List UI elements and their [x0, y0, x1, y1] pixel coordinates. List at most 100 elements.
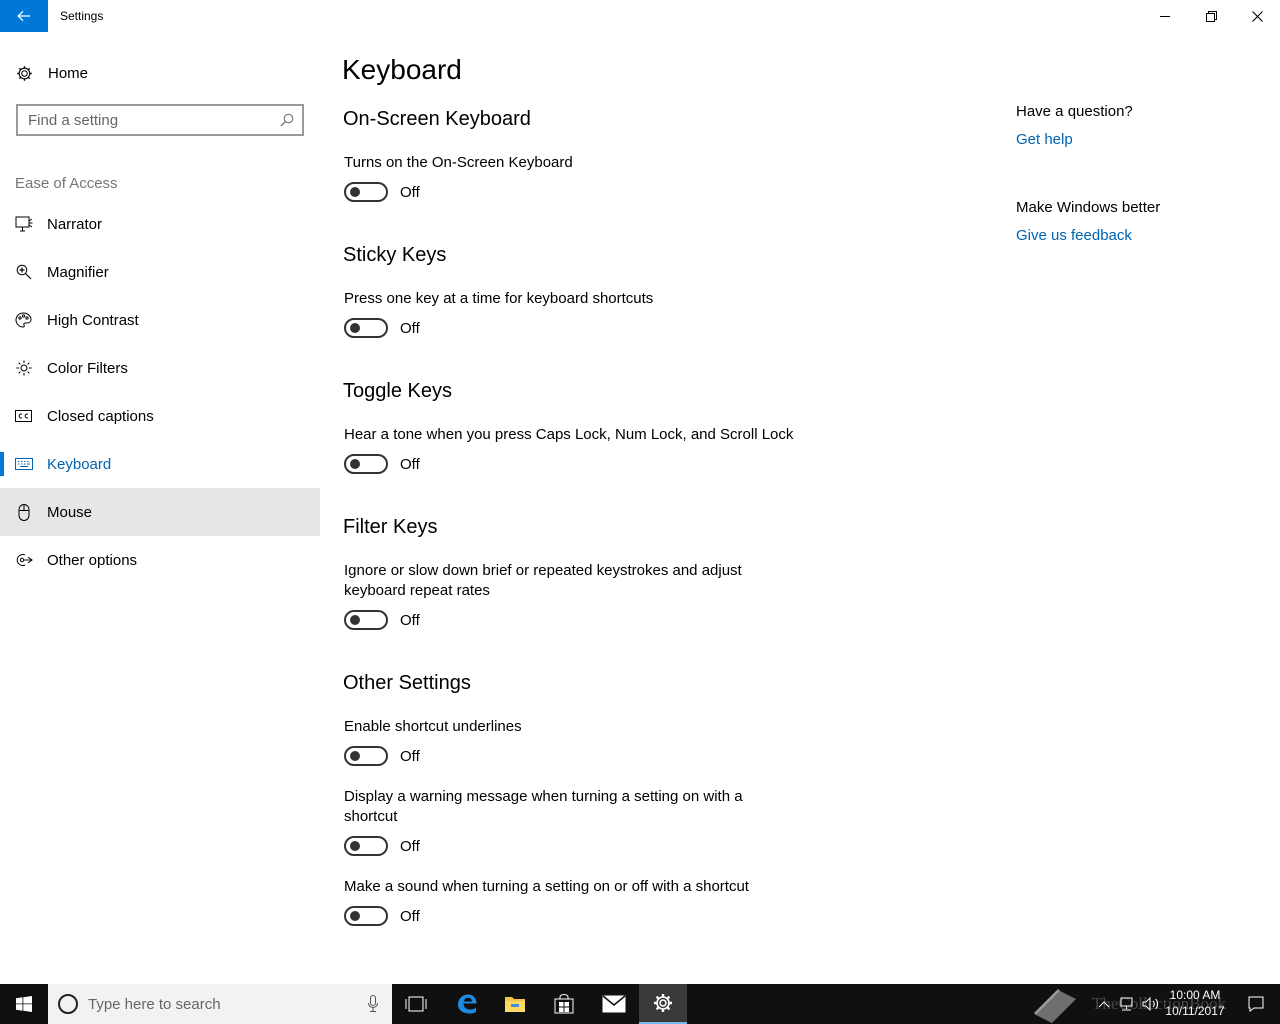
taskbar-clock[interactable]: 10:00 AM 10/11/2017	[1160, 987, 1230, 1019]
sticky-keys-heading: Sticky Keys	[343, 244, 447, 266]
store-button[interactable]	[540, 984, 588, 1024]
toggle-state-label: Off	[400, 747, 420, 765]
sidebar-item-label: Closed captions	[47, 407, 154, 425]
edge-icon	[458, 994, 477, 1014]
on-screen-keyboard-toggle[interactable]: Off	[344, 182, 420, 202]
restore-icon	[1205, 10, 1217, 22]
clock-date: 10/11/2017	[1165, 1004, 1225, 1018]
edge-button[interactable]	[443, 984, 491, 1024]
toggle-track[interactable]	[344, 746, 388, 766]
toggle-knob	[350, 911, 360, 921]
toggle-knob	[350, 323, 360, 333]
restore-button[interactable]	[1188, 0, 1234, 32]
start-button[interactable]	[0, 984, 48, 1024]
sidebar-item-label: Keyboard	[47, 455, 112, 473]
toggle-state-label: Off	[400, 837, 420, 855]
home-label: Home	[48, 64, 89, 82]
toggle-track[interactable]	[344, 836, 388, 856]
toggle-state-label: Off	[400, 319, 420, 337]
close-icon	[1251, 10, 1263, 22]
give-feedback-link[interactable]: Give us feedback	[1016, 227, 1132, 244]
sidebar-item-mouse[interactable]: Mouse	[0, 488, 320, 536]
taskbar-search-input[interactable]	[88, 995, 358, 1013]
question-heading: Have a question?	[1016, 103, 1133, 120]
sidebar-item-closed-captions[interactable]: Closed captions	[0, 392, 320, 440]
toggle-track[interactable]	[344, 610, 388, 630]
mail-button[interactable]	[590, 984, 638, 1024]
toggle-track[interactable]	[344, 182, 388, 202]
mail-icon	[602, 995, 626, 1013]
keyboard-icon	[0, 458, 47, 470]
sidebar-item-label: Other options	[47, 551, 138, 569]
on-screen-keyboard-heading: On-Screen Keyboard	[343, 108, 531, 130]
close-button[interactable]	[1234, 0, 1280, 32]
sidebar-item-high-contrast[interactable]: High Contrast	[0, 296, 320, 344]
windows-logo-icon	[16, 996, 32, 1012]
make-sound-toggle[interactable]: Off	[344, 906, 420, 926]
back-button[interactable]	[0, 0, 48, 32]
magnifier-icon	[0, 264, 47, 280]
on-screen-keyboard-description: Turns on the On-Screen Keyboard	[344, 154, 573, 171]
settings-icon	[654, 994, 672, 1012]
color-filters-icon	[0, 360, 47, 376]
warning-message-toggle[interactable]: Off	[344, 836, 420, 856]
home-nav-item[interactable]: Home	[0, 56, 320, 90]
toggle-knob	[350, 751, 360, 761]
file-explorer-icon	[505, 997, 525, 1012]
sidebar-item-keyboard[interactable]: Keyboard	[0, 440, 320, 488]
minimize-button[interactable]	[1142, 0, 1188, 32]
sidebar: Home Ease of Access Narrator Magnifier H…	[0, 32, 320, 984]
toggle-state-label: Off	[400, 455, 420, 473]
other-options-icon	[0, 552, 47, 568]
page-title: Keyboard	[342, 54, 462, 85]
closed-captions-icon	[0, 410, 47, 422]
taskbar: TheCollectionBook 10:00 AM 10/11/2017	[0, 984, 1280, 1024]
make-sound-description: Make a sound when turning a setting on o…	[344, 878, 749, 895]
mouse-icon	[0, 503, 47, 521]
task-view-button[interactable]	[392, 984, 440, 1024]
warning-message-description: Display a warning message when turning a…	[344, 788, 743, 825]
volume-icon	[1142, 997, 1159, 1011]
toggle-track[interactable]	[344, 454, 388, 474]
toggle-knob	[350, 615, 360, 625]
sticky-keys-toggle[interactable]: Off	[344, 318, 420, 338]
find-setting-search	[16, 104, 304, 136]
get-help-link[interactable]: Get help	[1016, 131, 1073, 148]
volume-button[interactable]	[1140, 984, 1162, 1024]
toggle-knob	[350, 187, 360, 197]
sidebar-item-other-options[interactable]: Other options	[0, 536, 320, 584]
sidebar-item-label: Mouse	[47, 503, 93, 521]
sidebar-item-label: Narrator	[47, 215, 103, 233]
find-setting-input[interactable]	[28, 111, 268, 129]
network-icon	[1120, 997, 1133, 1011]
window-title: Settings	[60, 9, 104, 23]
sidebar-item-label: High Contrast	[47, 311, 139, 329]
show-hidden-icons-button[interactable]	[1094, 984, 1114, 1024]
taskbar-search-box[interactable]	[48, 984, 392, 1024]
action-center-button[interactable]	[1236, 984, 1276, 1024]
make-windows-better-heading: Make Windows better	[1016, 199, 1161, 216]
toggle-knob	[350, 459, 360, 469]
toggle-track[interactable]	[344, 318, 388, 338]
microphone-icon[interactable]	[368, 995, 378, 1017]
sidebar-item-magnifier[interactable]: Magnifier	[0, 248, 320, 296]
other-settings-heading: Other Settings	[343, 672, 471, 694]
toggle-track[interactable]	[344, 906, 388, 926]
search-icon[interactable]	[280, 113, 294, 132]
ease-of-access-nav: Narrator Magnifier High Contrast Color F…	[0, 200, 320, 584]
gear-icon	[0, 65, 48, 82]
settings-taskbar-button[interactable]	[639, 984, 687, 1024]
toggle-keys-toggle[interactable]: Off	[344, 454, 420, 474]
file-explorer-button[interactable]	[491, 984, 539, 1024]
high-contrast-icon	[0, 312, 47, 328]
shortcut-underlines-toggle[interactable]: Off	[344, 746, 420, 766]
minimize-icon	[1160, 16, 1170, 17]
sidebar-item-color-filters[interactable]: Color Filters	[0, 344, 320, 392]
filter-keys-toggle[interactable]: Off	[344, 610, 420, 630]
store-icon	[554, 994, 574, 1014]
sidebar-item-narrator[interactable]: Narrator	[0, 200, 320, 248]
filter-keys-description: Ignore or slow down brief or repeated ke…	[344, 562, 742, 599]
sticky-keys-description: Press one key at a time for keyboard sho…	[344, 290, 654, 307]
network-button[interactable]	[1116, 984, 1138, 1024]
toggle-state-label: Off	[400, 907, 420, 925]
